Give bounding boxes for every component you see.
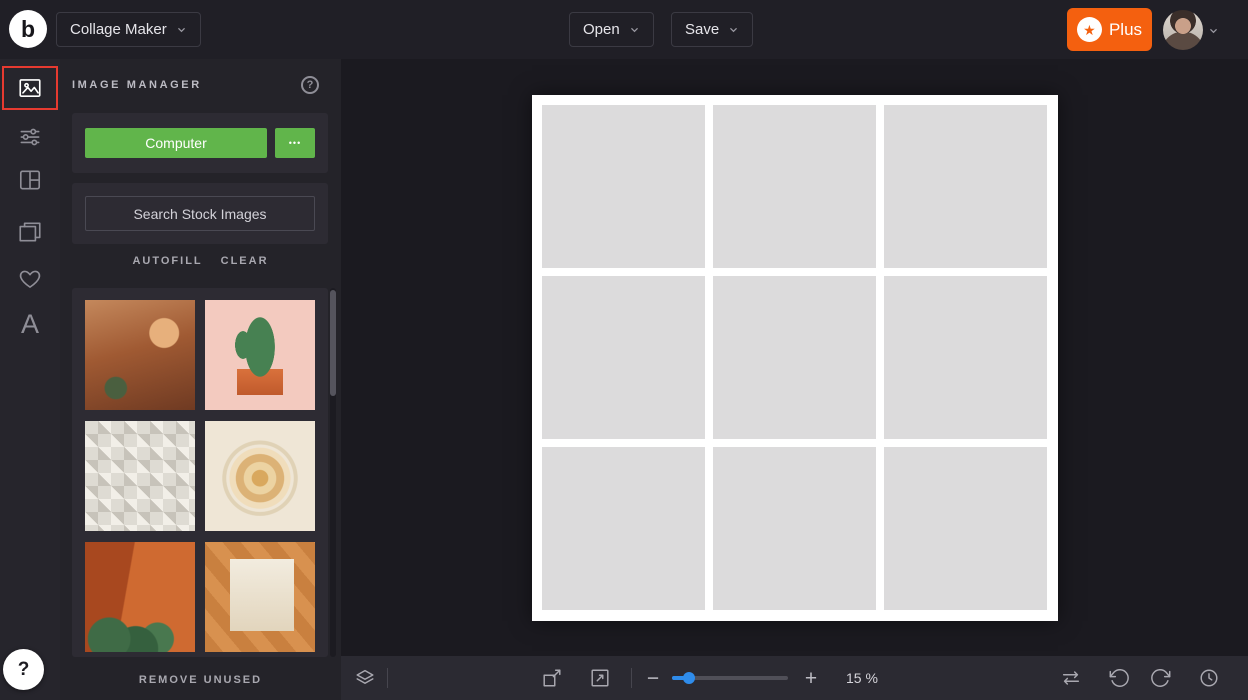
- thumbnail-list: [72, 288, 328, 657]
- remove-unused-button[interactable]: REMOVE UNUSED: [139, 674, 262, 686]
- rail-item-edit-settings[interactable]: [2, 115, 58, 159]
- sliders-icon: [17, 124, 43, 150]
- heart-icon: [17, 266, 43, 292]
- chevron-down-icon: [629, 24, 640, 35]
- collage-cell[interactable]: [884, 447, 1047, 610]
- collage-canvas: [532, 95, 1058, 621]
- rail-item-graphics[interactable]: [2, 257, 58, 301]
- collage-cell[interactable]: [713, 276, 876, 439]
- zoom-in-button[interactable]: +: [799, 666, 823, 690]
- collage-cell[interactable]: [884, 276, 1047, 439]
- app-title: Collage Maker: [70, 21, 167, 38]
- layers-icon: [354, 667, 376, 689]
- image-thumbnail[interactable]: [205, 542, 315, 652]
- rail-item-image-manager[interactable]: [2, 66, 58, 110]
- resize-canvas-button[interactable]: [540, 666, 564, 690]
- scrollbar-thumb[interactable]: [330, 290, 336, 396]
- avatar-chevron-down-icon[interactable]: [1208, 25, 1219, 36]
- fit-to-screen-icon: [589, 667, 611, 689]
- stock-search-card: Search Stock Images: [72, 183, 328, 244]
- image-thumbnail[interactable]: [85, 542, 195, 652]
- layers-button[interactable]: [353, 666, 377, 690]
- save-label: Save: [685, 21, 719, 38]
- clear-button[interactable]: CLEAR: [221, 255, 269, 267]
- image-thumbnail[interactable]: [205, 300, 315, 410]
- image-manager-icon: [17, 75, 43, 101]
- chevron-down-icon: [728, 24, 739, 35]
- image-thumbnail[interactable]: [85, 421, 195, 531]
- panel-scrollbar[interactable]: [330, 288, 336, 657]
- minus-icon: −: [647, 668, 659, 689]
- history-button[interactable]: [1197, 666, 1221, 690]
- question-glyph: ?: [307, 79, 314, 91]
- collage-cell[interactable]: [713, 447, 876, 610]
- undo-button[interactable]: [1107, 666, 1131, 690]
- collage-cell[interactable]: [542, 447, 705, 610]
- fit-to-screen-button[interactable]: [588, 666, 612, 690]
- rail-item-patterns[interactable]: [2, 210, 58, 254]
- collage-cell[interactable]: [713, 105, 876, 268]
- patterns-icon: [17, 219, 43, 245]
- plus-upgrade-button[interactable]: ★ Plus: [1067, 8, 1152, 51]
- app-title-menu[interactable]: Collage Maker: [56, 12, 201, 47]
- computer-upload-button[interactable]: Computer: [85, 128, 267, 158]
- more-sources-button[interactable]: •••: [275, 128, 315, 158]
- swap-arrows-icon: [1060, 667, 1082, 689]
- image-manager-panel: IMAGE MANAGER ? Computer ••• Search Stoc…: [60, 59, 341, 700]
- text-tool-icon: A: [21, 311, 39, 338]
- upload-card: Computer •••: [72, 113, 328, 173]
- autofill-button[interactable]: AUTOFILL: [132, 255, 202, 267]
- save-button[interactable]: Save: [671, 12, 753, 47]
- redo-button[interactable]: [1149, 666, 1173, 690]
- open-button[interactable]: Open: [569, 12, 654, 47]
- panel-help-icon[interactable]: ?: [301, 76, 319, 94]
- toolbar-divider: [631, 668, 632, 688]
- zoom-slider-thumb[interactable]: [683, 672, 695, 684]
- collage-cell[interactable]: [542, 276, 705, 439]
- chevron-down-icon: [176, 24, 187, 35]
- zoom-level: 15 %: [846, 670, 878, 686]
- logo-letter: b: [21, 16, 35, 43]
- star-glyph: ★: [1083, 23, 1096, 37]
- layout-grid-icon: [17, 167, 43, 193]
- undo-icon: [1108, 667, 1130, 689]
- star-badge-icon: ★: [1077, 17, 1102, 42]
- question-glyph: ?: [18, 659, 30, 681]
- rail-item-text[interactable]: A: [2, 302, 58, 346]
- toolbar-divider: [387, 668, 388, 688]
- panel-title: IMAGE MANAGER: [72, 79, 202, 91]
- search-stock-images-button[interactable]: Search Stock Images: [85, 196, 315, 231]
- app-logo[interactable]: b: [9, 10, 47, 48]
- image-thumbnail[interactable]: [205, 421, 315, 531]
- help-button[interactable]: ?: [3, 649, 44, 690]
- thumbnail-grid: [85, 300, 328, 652]
- open-label: Open: [583, 21, 620, 38]
- image-thumbnail[interactable]: [85, 300, 195, 410]
- zoom-out-button[interactable]: −: [641, 666, 665, 690]
- canvas-workspace: [341, 59, 1248, 656]
- zoom-slider[interactable]: [672, 676, 788, 680]
- collage-cell[interactable]: [542, 105, 705, 268]
- plus-label: Plus: [1109, 20, 1142, 40]
- top-bar: b Collage Maker Open Save ★ Plus: [0, 0, 1248, 59]
- autofill-clear-row: AUTOFILL CLEAR: [60, 255, 341, 267]
- resize-canvas-icon: [541, 667, 563, 689]
- bottom-toolbar: − + 15 %: [341, 656, 1248, 700]
- reset-canvas-button[interactable]: [1059, 666, 1083, 690]
- rail-item-layouts[interactable]: [2, 158, 58, 202]
- sidebar-rail: A: [0, 59, 60, 700]
- collage-cell[interactable]: [884, 105, 1047, 268]
- history-clock-icon: [1198, 667, 1220, 689]
- plus-icon: +: [805, 668, 817, 689]
- redo-icon: [1150, 667, 1172, 689]
- user-avatar[interactable]: [1163, 10, 1203, 50]
